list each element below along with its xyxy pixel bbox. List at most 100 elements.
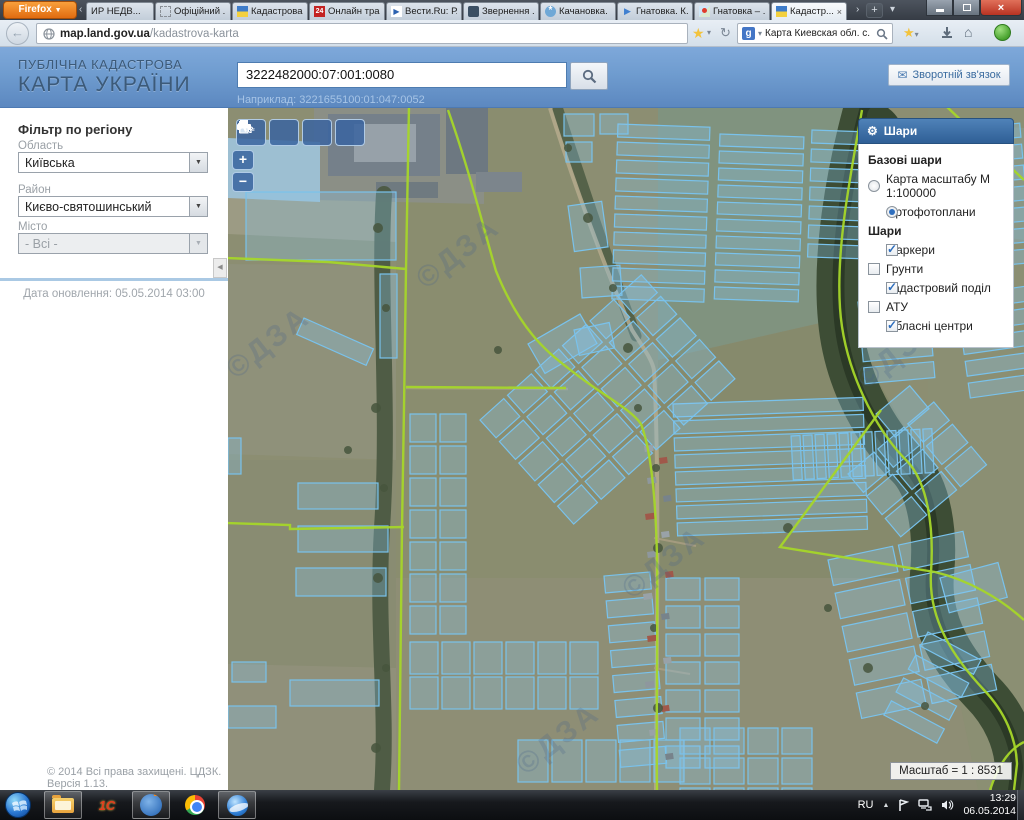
window-controls: × xyxy=(926,0,1022,16)
taskbar-google-earth[interactable] xyxy=(218,791,256,819)
engine-caret-icon: ▾ xyxy=(758,29,762,38)
identify-help-button[interactable]: ? xyxy=(335,119,365,146)
radio-icon[interactable] xyxy=(886,206,898,218)
browser-tab[interactable]: ▶Вести.Ru: Р... xyxy=(386,2,462,20)
emblem-favicon-icon xyxy=(468,6,479,17)
taskbar-firefox[interactable] xyxy=(132,791,170,819)
chevron-down-icon[interactable]: ▼ xyxy=(189,153,207,172)
layer-option[interactable]: Грунти xyxy=(868,262,1004,276)
browser-tab[interactable]: Гнатовка – ... xyxy=(694,2,770,20)
url-bar[interactable]: map.land.gov.ua/kadastrova-karta xyxy=(36,23,688,44)
browser-tab[interactable]: Звернення ... xyxy=(463,2,539,20)
base-layer-option[interactable]: Ортофотоплани xyxy=(868,205,1004,219)
filter-select-місто: - Всі -▼ xyxy=(18,233,208,254)
back-button[interactable]: ← xyxy=(6,22,29,45)
close-button[interactable]: × xyxy=(980,0,1022,16)
tab-label: Онлайн тра... xyxy=(328,6,380,17)
tab-scroll-left[interactable]: ‹ xyxy=(79,4,82,16)
base-layers-list: Карта масштабу М 1:100000 Ортофотоплани xyxy=(868,172,1004,219)
taskbar-explorer[interactable] xyxy=(44,791,82,819)
taskbar-1c[interactable]: 1С xyxy=(88,791,126,819)
addon-icon[interactable] xyxy=(994,24,1011,41)
layer-option[interactable]: Обласні центри xyxy=(868,319,1004,333)
bookmarks-icon: ★ xyxy=(903,25,915,40)
checkbox-icon[interactable] xyxy=(886,244,898,256)
base-layer-option[interactable]: Карта масштабу М 1:100000 xyxy=(868,172,1004,200)
checkbox-icon[interactable] xyxy=(886,320,898,332)
bookmarks-menu-button[interactable]: ★▾ xyxy=(903,24,919,42)
new-tab-button[interactable]: + xyxy=(866,3,883,18)
downloads-button[interactable] xyxy=(940,26,954,40)
browser-tab[interactable]: ▶Гнатовка. К... xyxy=(617,2,693,20)
language-indicator[interactable]: RU xyxy=(858,799,874,811)
filter-select-район[interactable]: Києво-святошинський▼ xyxy=(18,196,208,217)
list-tabs-button[interactable]: ▾ xyxy=(890,4,895,16)
layer-option[interactable]: Маркери xyxy=(868,243,1004,257)
layer-option[interactable]: АТУ xyxy=(868,300,1004,314)
dashed-favicon-icon xyxy=(160,6,171,17)
layer-option[interactable]: Кадастровий поділ xyxy=(868,281,1004,295)
tab-label: ИР НЕДВ... xyxy=(91,6,149,17)
layers-list: Маркери Грунти Кадастровий поділ АТУ Обласні… xyxy=(868,243,1004,333)
layer-label: Обласні центри xyxy=(886,319,973,333)
volume-icon[interactable] xyxy=(941,799,954,811)
sidebar-separator xyxy=(0,278,228,281)
cadastre-search-input[interactable]: 3222482000:07:001:0080 xyxy=(237,62,567,88)
vesti-favicon-icon: ▶ xyxy=(391,6,402,17)
network-icon[interactable] xyxy=(918,799,932,811)
feedback-label: Зворотній зв'язок xyxy=(913,69,1001,81)
chevron-down-icon[interactable]: ▼ xyxy=(189,197,207,216)
browser-tab[interactable]: Кадастр...× xyxy=(771,2,847,20)
layer-label: Ортофотоплани xyxy=(886,205,976,219)
checkbox-icon[interactable] xyxy=(886,282,898,294)
search-icon[interactable] xyxy=(876,28,888,40)
zoom-in-button[interactable]: + xyxy=(232,150,254,170)
copyright: © 2014 Всі права захищені. ЦДЗК. Версія … xyxy=(47,766,228,790)
layers-panel-header[interactable]: ⚙ Шари xyxy=(858,118,1014,144)
site-title-line2: КАРТА УКРАЇНИ xyxy=(18,73,191,97)
sidebar-collapse-button[interactable]: ◀ xyxy=(213,258,227,278)
chrome-icon xyxy=(185,795,205,815)
refresh-icon[interactable]: ↻ xyxy=(720,25,731,41)
home-button[interactable]: ⌂ xyxy=(964,24,972,40)
checkbox-icon[interactable] xyxy=(868,263,880,275)
feedback-button[interactable]: ✉ Зворотній зв'язок xyxy=(888,64,1010,86)
bookmark-star-icon[interactable]: ★ xyxy=(692,25,705,42)
bookmark-caret-icon[interactable]: ▾ xyxy=(707,28,711,37)
browser-tab[interactable]: Кадастрова... xyxy=(232,2,308,20)
radio-icon[interactable] xyxy=(868,180,880,192)
start-button[interactable] xyxy=(5,792,31,818)
browser-search-field[interactable]: g ▾ Карта Киевская обл. с. Гнатовка xyxy=(737,23,893,44)
zoom-out-button[interactable]: − xyxy=(232,172,254,192)
cadastre-search-button[interactable] xyxy=(570,62,608,90)
checkbox-icon[interactable] xyxy=(868,301,880,313)
firefox-menu-button[interactable]: Firefox ▼ xyxy=(3,1,77,19)
gmaps-favicon-icon xyxy=(699,6,710,17)
measure-area-button[interactable]: м² xyxy=(269,119,299,146)
layers-panel-title: Шари xyxy=(884,124,917,138)
explorer-icon xyxy=(52,798,74,813)
layer-label: Кадастровий поділ xyxy=(886,281,991,295)
hidden-icons-arrow[interactable]: ▲ xyxy=(883,802,890,809)
browser-tab[interactable]: ИР НЕДВ... xyxy=(86,2,154,20)
show-desktop-button[interactable] xyxy=(1017,790,1024,820)
action-center-flag-icon[interactable] xyxy=(898,799,909,812)
filter-select-область[interactable]: Київська▼ xyxy=(18,152,208,173)
google-earth-icon xyxy=(227,795,248,816)
tab-scroll-right[interactable]: › xyxy=(856,4,859,16)
filter-label: Місто xyxy=(18,221,47,233)
restore-button[interactable] xyxy=(953,0,980,16)
system-tray: RU ▲ 13:29 06.05.2014 xyxy=(858,790,1016,820)
browser-tab[interactable]: *Качановка. ... xyxy=(540,2,616,20)
browser-tab[interactable]: Офіційний ... xyxy=(155,2,231,20)
taskbar-chrome[interactable] xyxy=(176,791,214,819)
minimize-button[interactable] xyxy=(926,0,953,16)
url-domain: map.land.gov.ua xyxy=(60,28,150,40)
search-engine-icon[interactable]: g xyxy=(742,27,755,40)
browser-tab[interactable]: 24Онлайн тра... xyxy=(309,2,385,20)
print-button[interactable] xyxy=(302,119,332,146)
map-toolbar: м м² ? xyxy=(236,119,365,146)
tab-close-icon[interactable]: × xyxy=(837,7,842,17)
clock[interactable]: 13:29 06.05.2014 xyxy=(963,792,1016,818)
layer-label: Грунти xyxy=(886,262,923,276)
